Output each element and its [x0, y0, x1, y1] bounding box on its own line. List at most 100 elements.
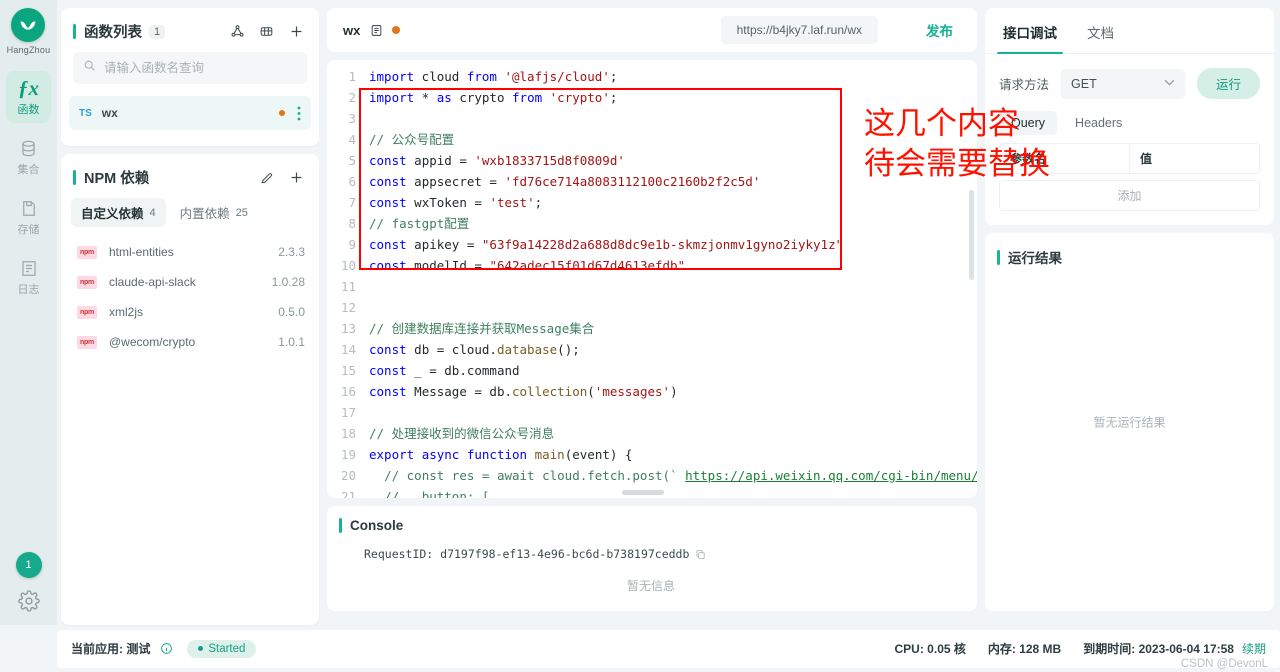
list-item[interactable]: npm xml2js 0.5.0	[65, 297, 315, 327]
template-icon[interactable]	[259, 24, 274, 39]
line-source[interactable]: const wxToken = 'test';	[369, 192, 977, 213]
code-line[interactable]: 6 const appsecret = 'fd76ce714a8083112100…	[327, 171, 977, 192]
code-line[interactable]: 16 const Message = db.collection('message…	[327, 381, 977, 402]
document-icon[interactable]	[370, 24, 383, 37]
region-label: HangZhou	[6, 45, 51, 55]
code-line[interactable]: 1 import cloud from '@lafjs/cloud';	[327, 66, 977, 87]
add-function-button[interactable]	[288, 23, 305, 40]
left-nav-rail: HangZhou ƒx 函数 集合 存储 日志 1	[0, 0, 57, 625]
code-editor[interactable]: 1 import cloud from '@lafjs/cloud'; 2 impor…	[327, 60, 977, 498]
tab-docs[interactable]: 文档	[1085, 8, 1116, 53]
status-bar: 当前应用: 测试 Started CPU: 0.05 核 内存: 128 MB …	[0, 625, 1280, 672]
line-source[interactable]: const Message = db.collection('messages'…	[369, 381, 977, 402]
function-list-item-wx[interactable]: TS wx	[69, 96, 311, 130]
npm-package-icon: npm	[77, 305, 97, 319]
code-scroll-area[interactable]: 1 import cloud from '@lafjs/cloud'; 2 impor…	[327, 60, 977, 498]
line-source[interactable]: // 处理接收到的微信公众号消息	[369, 423, 977, 444]
list-item[interactable]: npm html-entities 2.3.3	[65, 237, 315, 267]
tab-query-params[interactable]: Query	[999, 111, 1058, 135]
code-line[interactable]: 20 // const res = await cloud.fetch.post…	[327, 465, 977, 486]
line-number: 8	[348, 216, 356, 231]
npm-header: NPM 依赖	[61, 154, 319, 198]
code-line[interactable]: 9 const apikey = "63f9a14228d2a688d8dc9e1…	[327, 234, 977, 255]
code-line[interactable]: 10 const modelId = "642adec15f01d67d4613e…	[327, 255, 977, 276]
gear-icon[interactable]	[17, 590, 40, 617]
line-source[interactable]	[369, 297, 977, 318]
editor-column: wx https://b4jky7.laf.run/wx 发布 1 import …	[325, 0, 983, 625]
brand-logo[interactable]: HangZhou	[7, 8, 51, 55]
tab-headers[interactable]: Headers	[1063, 111, 1134, 135]
more-options-icon[interactable]	[297, 106, 301, 121]
sidebar-item-collections[interactable]: 集合	[6, 131, 51, 183]
line-source[interactable]	[369, 402, 977, 423]
line-source[interactable]: // 创建数据库连接并获取Message集合	[369, 318, 977, 339]
add-dependency-button[interactable]	[288, 169, 305, 186]
npm-package-icon: npm	[77, 275, 97, 289]
sidebar-item-logs[interactable]: 日志	[6, 251, 51, 303]
code-vertical-scrollbar[interactable]	[969, 190, 974, 280]
line-source[interactable]: const db = cloud.database();	[369, 339, 977, 360]
code-line[interactable]: 8 // fastgpt配置	[327, 213, 977, 234]
add-param-button[interactable]: 添加	[999, 180, 1260, 211]
line-number: 3	[348, 111, 356, 126]
tab-custom-dependencies[interactable]: 自定义依赖 4	[71, 198, 166, 227]
copy-icon[interactable]	[695, 549, 706, 560]
line-source[interactable]: const appid = 'wxb1833715d8f0809d'	[369, 150, 977, 171]
tab-builtin-dependencies[interactable]: 内置依赖 25	[170, 198, 258, 227]
run-button[interactable]: 运行	[1196, 68, 1260, 99]
code-line[interactable]: 14 const db = cloud.database();	[327, 339, 977, 360]
list-item[interactable]: npm claude-api-slack 1.0.28	[65, 267, 315, 297]
publish-button[interactable]: 发布	[926, 20, 953, 40]
sidebar-item-storage[interactable]: 存储	[6, 191, 51, 243]
code-line[interactable]: 18 // 处理接收到的微信公众号消息	[327, 423, 977, 444]
code-line[interactable]: 3	[327, 108, 977, 129]
line-source[interactable]: const apikey = "63f9a14228d2a688d8dc9e1b…	[369, 234, 977, 255]
code-horizontal-scrollbar[interactable]	[622, 490, 664, 495]
package-name: xml2js	[109, 305, 144, 319]
line-source[interactable]: const appsecret = 'fd76ce714a8083112100c…	[369, 171, 977, 192]
line-source[interactable]	[369, 276, 977, 297]
code-line[interactable]: 19 export async function main(event) {	[327, 444, 977, 465]
renew-link[interactable]: 续期	[1242, 640, 1266, 657]
tab-api-debug[interactable]: 接口调试	[997, 8, 1063, 54]
line-source[interactable]: // const res = await cloud.fetch.post(` …	[369, 465, 977, 486]
tab-label: 自定义依赖	[81, 207, 144, 221]
sidebar-item-functions[interactable]: ƒx 函数	[6, 71, 51, 123]
share-network-icon[interactable]	[230, 24, 245, 39]
line-source[interactable]: const modelId = "642adec15f01d67d4613efd…	[369, 255, 977, 276]
line-source[interactable]: // 公众号配置	[369, 129, 977, 150]
line-source[interactable]	[369, 108, 977, 129]
line-source[interactable]: export async function main(event) {	[369, 444, 977, 465]
sidebar-item-label: 集合	[17, 164, 40, 176]
function-url[interactable]: https://b4jky7.laf.run/wx	[720, 16, 878, 44]
code-line[interactable]: 17	[327, 402, 977, 423]
code-line[interactable]: 13 // 创建数据库连接并获取Message集合	[327, 318, 977, 339]
line-source[interactable]: const _ = db.command	[369, 360, 977, 381]
column-header-value: 值	[1140, 152, 1153, 166]
edit-icon[interactable]	[259, 170, 274, 185]
info-icon[interactable]	[160, 642, 173, 655]
code-line[interactable]: 2 import * as crypto from 'crypto';	[327, 87, 977, 108]
line-source[interactable]: // fastgpt配置	[369, 213, 977, 234]
code-line[interactable]: 7 const wxToken = 'test';	[327, 192, 977, 213]
line-number: 1	[348, 69, 356, 84]
list-item[interactable]: npm @wecom/crypto 1.0.1	[65, 327, 315, 357]
code-line[interactable]: 5 const appid = 'wxb1833715d8f0809d'	[327, 150, 977, 171]
function-name: wx	[101, 106, 118, 120]
code-line[interactable]: 15 const _ = db.command	[327, 360, 977, 381]
search-input[interactable]	[104, 61, 297, 75]
line-source[interactable]: // button: [	[369, 486, 977, 498]
code-line[interactable]: 11	[327, 276, 977, 297]
line-number: 14	[340, 342, 356, 357]
request-method-select[interactable]: GET	[1061, 68, 1185, 99]
console-empty-text: 暂无信息	[626, 579, 675, 593]
line-source[interactable]: import * as crypto from 'crypto';	[369, 87, 977, 108]
line-number: 12	[340, 300, 356, 315]
code-content[interactable]: 1 import cloud from '@lafjs/cloud'; 2 impor…	[327, 66, 977, 498]
line-source[interactable]: import cloud from '@lafjs/cloud';	[369, 66, 977, 87]
code-line[interactable]: 12	[327, 297, 977, 318]
search-function-box[interactable]	[73, 52, 307, 84]
notification-badge[interactable]: 1	[15, 552, 42, 578]
line-number: 10	[340, 258, 356, 273]
code-line[interactable]: 4 // 公众号配置	[327, 129, 977, 150]
